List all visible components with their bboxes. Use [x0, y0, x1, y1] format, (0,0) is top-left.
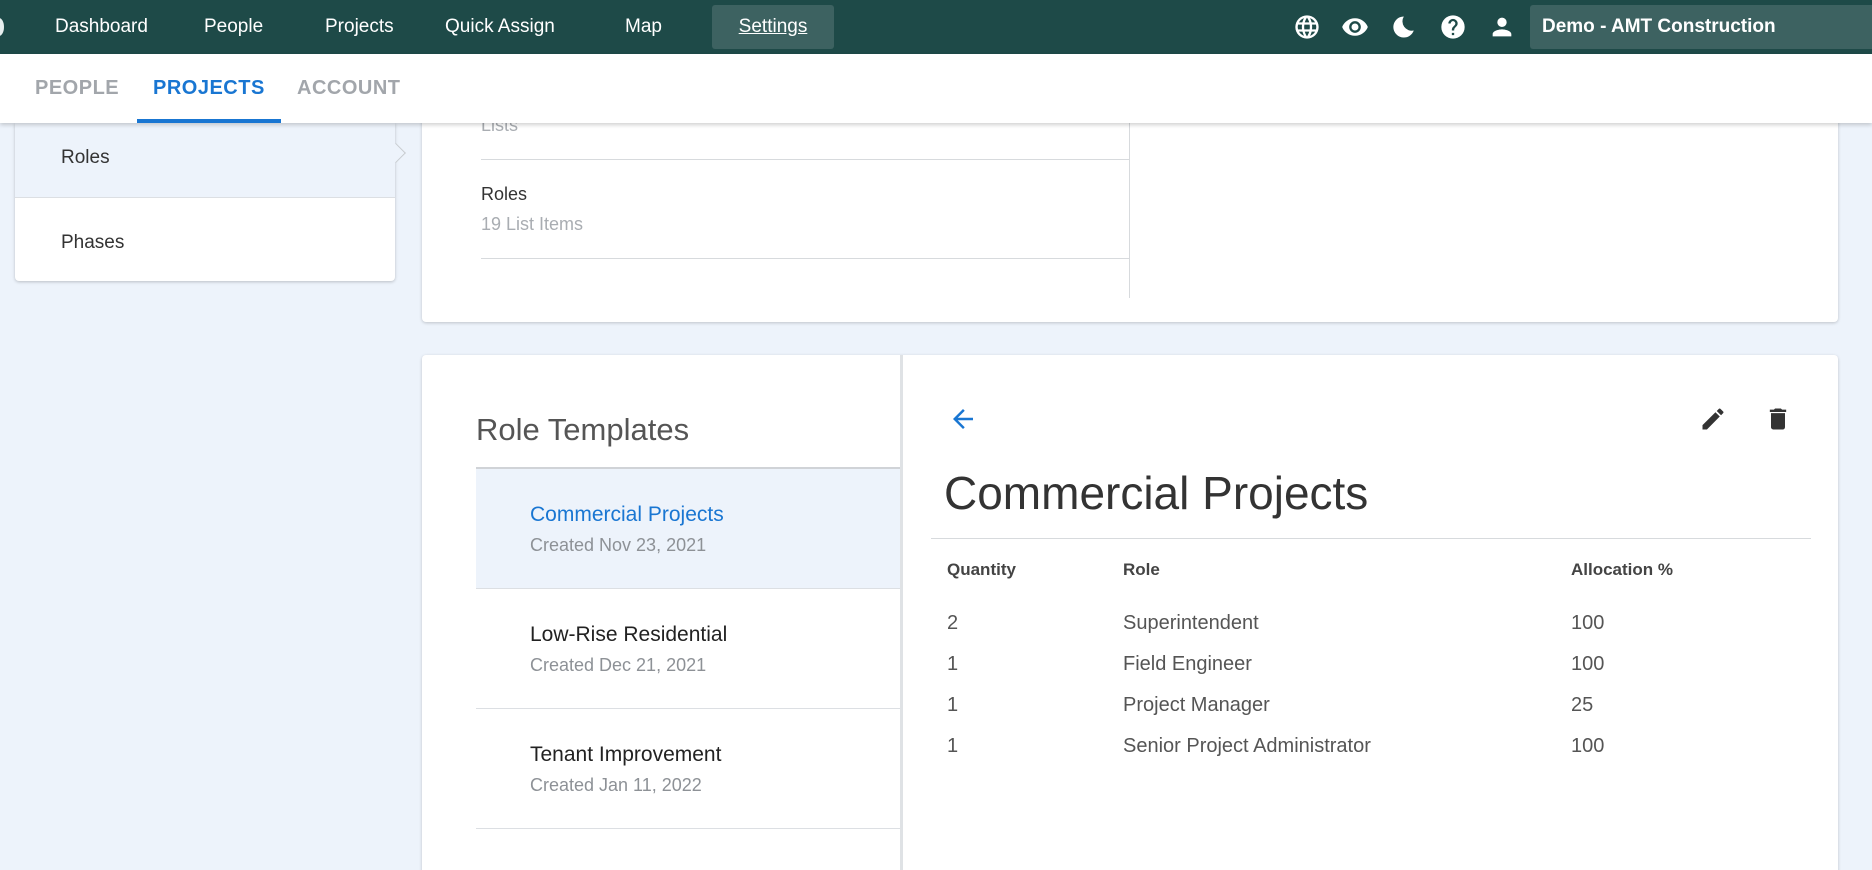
list-divider: [481, 258, 1129, 259]
moon-icon[interactable]: [1389, 11, 1421, 43]
column-header-role: Role: [1123, 560, 1160, 579]
template-created-date: Created Jan 11, 2022: [530, 775, 702, 795]
back-arrow-icon[interactable]: [946, 402, 980, 436]
template-name: Commercial Projects: [530, 503, 724, 526]
nav-dashboard[interactable]: Dashboard: [55, 0, 148, 54]
template-item-low-rise-residential[interactable]: Low-Rise Residential Created Dec 21, 202…: [476, 589, 900, 709]
edge-fragment: [0, 18, 4, 36]
template-name: Tenant Improvement: [530, 743, 722, 766]
active-tab-indicator: [137, 119, 281, 123]
row-quantity: 2: [947, 612, 959, 634]
person-icon[interactable]: [1486, 11, 1518, 43]
template-item-tenant-improvement[interactable]: Tenant Improvement Created Jan 11, 2022: [476, 709, 900, 829]
template-detail-title: Commercial Projects: [944, 467, 1369, 519]
row-role: Superintendent: [1123, 612, 1259, 634]
nav-settings-label: Settings: [738, 16, 808, 37]
nav-quick-assign[interactable]: Quick Assign: [445, 0, 555, 54]
nav-projects[interactable]: Projects: [325, 0, 394, 54]
help-icon[interactable]: [1437, 11, 1469, 43]
row-role: Senior Project Administrator: [1123, 735, 1371, 757]
column-header-allocation: Allocation %: [1571, 560, 1674, 579]
tab-projects[interactable]: PROJECTS: [153, 54, 265, 123]
nav-people[interactable]: People: [204, 0, 263, 54]
row-allocation: 100: [1571, 653, 1605, 675]
nav-map[interactable]: Map: [625, 0, 662, 54]
row-role: Field Engineer: [1123, 653, 1252, 675]
detail-rule: [931, 538, 1811, 539]
templates-pane-divider: [900, 355, 903, 870]
column-header-quantity: Quantity: [947, 560, 1016, 579]
list-item-roles-count: 19 List Items: [481, 214, 584, 234]
globe-icon[interactable]: [1291, 11, 1323, 43]
role-templates-heading: Role Templates: [476, 412, 690, 447]
projects-settings-sidebar: Roles Phases: [15, 123, 395, 281]
settings-subtabs: PEOPLE PROJECTS ACCOUNT: [0, 54, 1872, 123]
nav-settings[interactable]: Settings: [712, 5, 834, 49]
template-item-commercial-projects[interactable]: Commercial Projects Created Nov 23, 2021: [476, 469, 900, 589]
template-name: Low-Rise Residential: [530, 623, 728, 646]
delete-trash-icon[interactable]: [1761, 402, 1795, 436]
row-role: Project Manager: [1123, 694, 1270, 716]
template-created-date: Created Dec 21, 2021: [530, 655, 707, 675]
organization-selector[interactable]: Demo - AMT Construction: [1530, 5, 1872, 49]
lists-column-divider: [1129, 123, 1130, 298]
sidebar-item-roles[interactable]: Roles: [15, 123, 395, 198]
eye-icon[interactable]: [1339, 11, 1371, 43]
template-created-date: Created Nov 23, 2021: [530, 535, 707, 555]
row-quantity: 1: [947, 694, 959, 716]
sidebar-item-phases[interactable]: Phases: [15, 198, 395, 281]
list-item-roles-title[interactable]: Roles: [481, 184, 527, 205]
row-quantity: 1: [947, 653, 959, 675]
tab-account[interactable]: ACCOUNT: [297, 54, 401, 123]
row-allocation: 25: [1571, 694, 1594, 716]
row-allocation: 100: [1571, 735, 1605, 757]
row-quantity: 1: [947, 735, 959, 757]
edit-pencil-icon[interactable]: [1696, 402, 1730, 436]
tab-people[interactable]: PEOPLE: [35, 54, 119, 123]
row-allocation: 100: [1571, 612, 1605, 634]
list-divider: [481, 159, 1129, 160]
